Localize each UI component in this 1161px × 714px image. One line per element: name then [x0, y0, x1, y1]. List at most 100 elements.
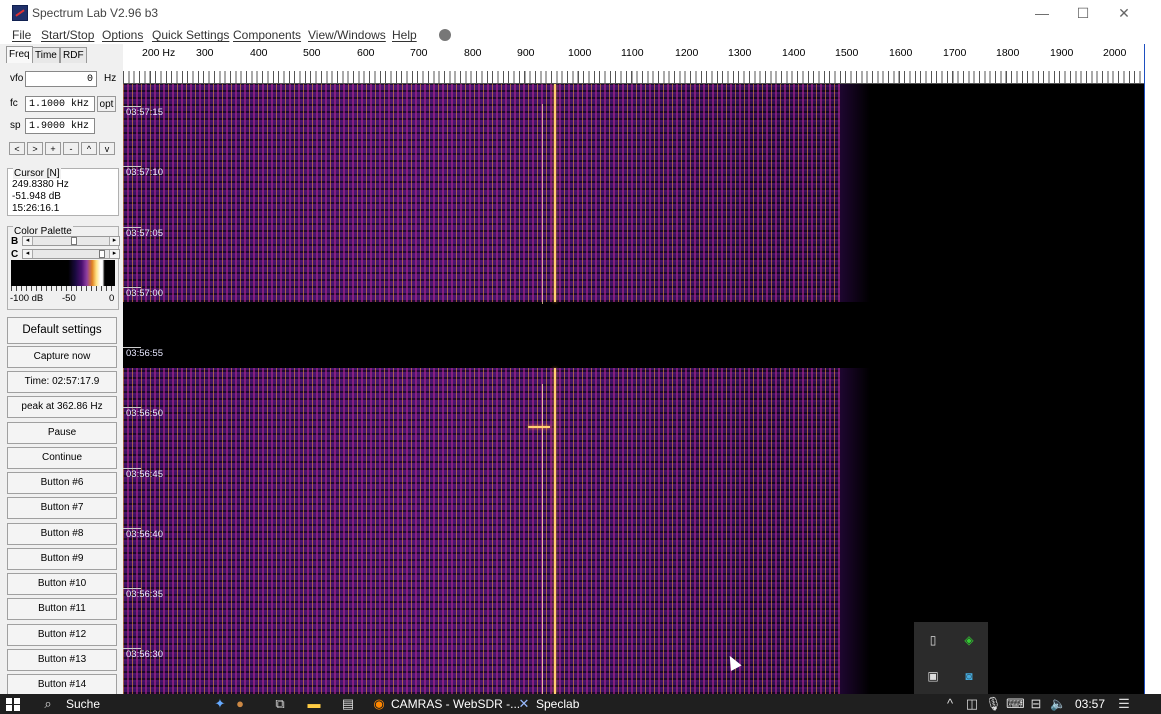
- firefox-icon[interactable]: ◉: [371, 696, 387, 712]
- time-label: 03:56:35: [126, 589, 163, 600]
- waterfall-display[interactable]: 03:57:15 03:57:10 03:57:05 03:57:00 03:5…: [123, 84, 1144, 694]
- vfo-label: vfo: [10, 73, 24, 84]
- microphone-icon[interactable]: 🎙: [985, 696, 1002, 712]
- taskbar-clock[interactable]: 03:57: [1075, 697, 1105, 711]
- continue-button[interactable]: Continue: [7, 447, 117, 469]
- freq-label: 1400: [782, 47, 806, 59]
- sp-label: sp: [10, 120, 21, 131]
- freq-label: 1600: [889, 47, 913, 59]
- cursor-level: -51.948 dB: [12, 191, 61, 202]
- freq-label: 600: [357, 47, 375, 59]
- taskbar: ⌕ Suche ✦ ● ⧉ ▬ ▤ ◉ CAMRAS - WebSDR -...…: [0, 694, 1161, 714]
- button-10[interactable]: Button #10: [7, 573, 117, 595]
- zoom-out-button[interactable]: -: [63, 142, 79, 155]
- time-label: 03:56:55: [126, 348, 163, 359]
- network-icon[interactable]: ⊟: [1028, 696, 1044, 712]
- contrast-thumb[interactable]: [99, 250, 105, 258]
- search-icon[interactable]: ⌕: [40, 696, 56, 712]
- freq-label: 1100: [621, 47, 644, 59]
- time-label: 03:57:10: [126, 167, 163, 178]
- freq-label: 1800: [996, 47, 1020, 59]
- window-title: Spectrum Lab V2.96 b3: [32, 6, 159, 20]
- button-8[interactable]: Button #8: [7, 523, 117, 545]
- security-shield-icon[interactable]: ◈: [961, 632, 977, 648]
- speclab-icon[interactable]: ✕: [516, 696, 532, 712]
- menu-file[interactable]: File: [12, 28, 31, 42]
- menu-components[interactable]: Components: [233, 28, 301, 42]
- default-settings-button[interactable]: Default settings: [7, 317, 117, 344]
- cursor-frequency: 249.8380 Hz: [12, 179, 69, 190]
- pinned-app-icon[interactable]: ●: [232, 696, 248, 712]
- button-14[interactable]: Button #14: [7, 674, 117, 696]
- tab-freq[interactable]: Freq: [6, 46, 33, 63]
- slider-left-icon[interactable]: ◂: [23, 237, 33, 245]
- input-method-icon[interactable]: ⌨: [1006, 696, 1025, 712]
- nav-left-button[interactable]: <: [9, 142, 25, 155]
- task-view-icon[interactable]: ⧉: [272, 696, 288, 712]
- tray-chevron-up-icon[interactable]: ^: [942, 696, 958, 712]
- time-button[interactable]: Time: 02:57:17.9: [7, 371, 117, 393]
- windows-start-icon[interactable]: [6, 698, 20, 711]
- slider-right-icon[interactable]: ▸: [109, 237, 119, 245]
- taskbar-search[interactable]: Suche: [66, 697, 100, 711]
- waterfall-noise-upper: [123, 84, 870, 302]
- button-9[interactable]: Button #9: [7, 548, 117, 570]
- color-palette-bar[interactable]: [11, 260, 115, 286]
- tray-icon[interactable]: ◫: [964, 696, 980, 712]
- menu-options[interactable]: Options: [102, 28, 143, 42]
- frequency-scale[interactable]: 200 Hz 300 400 500 600 700 800 900 1000 …: [123, 44, 1144, 84]
- tab-time[interactable]: Time: [32, 47, 60, 63]
- minimize-button[interactable]: —: [1021, 0, 1063, 26]
- peak-button[interactable]: peak at 362.86 Hz: [7, 396, 117, 418]
- button-13[interactable]: Button #13: [7, 649, 117, 671]
- menu-start-stop[interactable]: Start/Stop: [41, 28, 94, 42]
- menu-view-windows[interactable]: View/Windows: [308, 28, 386, 42]
- pause-button[interactable]: Pause: [7, 422, 117, 444]
- button-7[interactable]: Button #7: [7, 497, 117, 519]
- waterfall-noise-lower: [123, 368, 870, 694]
- fc-input[interactable]: 1.1000 kHz: [25, 96, 95, 112]
- brightness-slider[interactable]: ◂ ▸: [22, 236, 120, 246]
- contrast-slider[interactable]: ◂ ▸: [22, 249, 120, 259]
- menu-quick-settings[interactable]: Quick Settings: [152, 28, 229, 42]
- freq-label: 200 Hz: [142, 47, 176, 59]
- display-icon[interactable]: ▣: [925, 668, 941, 684]
- pinned-app-icon[interactable]: ▤: [340, 696, 356, 712]
- nav-down-button[interactable]: v: [99, 142, 115, 155]
- maximize-button[interactable]: ☐: [1062, 0, 1104, 26]
- time-label: 03:56:30: [126, 649, 163, 660]
- nav-right-button[interactable]: >: [27, 142, 43, 155]
- button-11[interactable]: Button #11: [7, 598, 117, 620]
- vfo-input[interactable]: 0: [25, 71, 97, 87]
- button-12[interactable]: Button #12: [7, 624, 117, 646]
- pinned-app-icon[interactable]: ✦: [212, 696, 228, 712]
- webcam-icon[interactable]: ◙: [961, 668, 977, 684]
- freq-label: 900: [517, 47, 535, 59]
- button-6[interactable]: Button #6: [7, 472, 117, 494]
- contrast-label: C: [11, 249, 19, 260]
- freq-label: 500: [303, 47, 321, 59]
- capture-now-button[interactable]: Capture now: [7, 346, 117, 368]
- volume-icon[interactable]: 🔈: [1050, 696, 1066, 712]
- file-explorer-icon[interactable]: ▬: [306, 696, 322, 712]
- freq-label: 1300: [728, 47, 752, 59]
- freq-label: 1700: [943, 47, 967, 59]
- menu-help[interactable]: Help: [392, 28, 417, 42]
- status-indicator-icon[interactable]: [439, 29, 451, 41]
- palette-mid-label: -50: [62, 293, 76, 304]
- brightness-thumb[interactable]: [71, 237, 77, 245]
- usb-icon[interactable]: ▯: [925, 632, 941, 648]
- fc-opt-button[interactable]: opt: [97, 96, 116, 112]
- sp-input[interactable]: 1.9000 kHz: [25, 118, 95, 134]
- nav-up-button[interactable]: ^: [81, 142, 97, 155]
- taskbar-app-websdr[interactable]: CAMRAS - WebSDR -...: [391, 697, 520, 711]
- slider-left-icon[interactable]: ◂: [23, 250, 33, 258]
- close-button[interactable]: ✕: [1103, 0, 1145, 26]
- notifications-icon[interactable]: ☰: [1116, 696, 1132, 712]
- window-right-edge: [1144, 26, 1161, 694]
- zoom-in-button[interactable]: +: [45, 142, 61, 155]
- slider-right-icon[interactable]: ▸: [109, 250, 119, 258]
- taskbar-app-speclab[interactable]: Speclab: [536, 697, 579, 711]
- time-label: 03:56:40: [126, 529, 163, 540]
- tab-rdf[interactable]: RDF: [60, 47, 87, 63]
